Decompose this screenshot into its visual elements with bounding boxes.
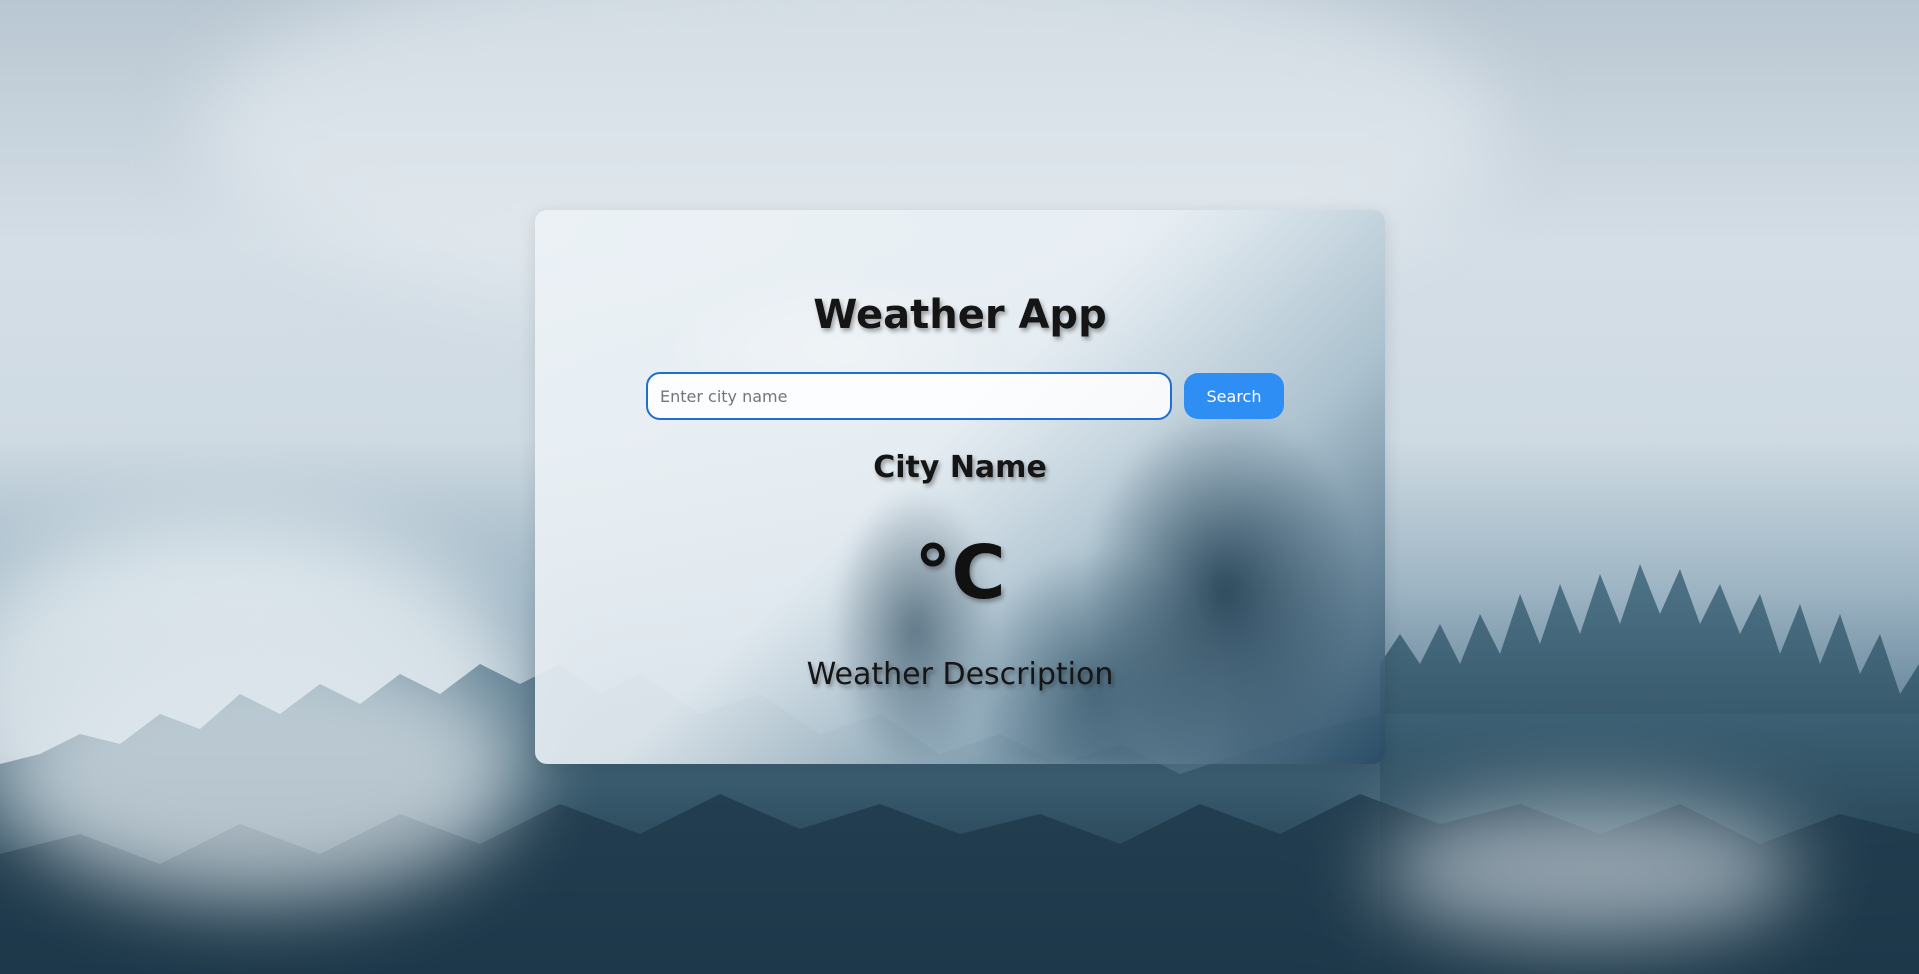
fog-low-right (1380, 800, 1800, 940)
temperature-readout: °C (914, 530, 1006, 616)
fog-low-left (0, 640, 520, 900)
background-scene: Weather App Search City Name °C Weather … (0, 0, 1919, 974)
city-search-input[interactable] (646, 372, 1172, 420)
app-title: Weather App (813, 292, 1107, 338)
search-bar: Search (646, 372, 1284, 420)
city-name: City Name (873, 450, 1047, 485)
weather-description: Weather Description (806, 657, 1114, 692)
weather-card: Weather App Search City Name °C Weather … (535, 210, 1385, 764)
search-button[interactable]: Search (1184, 373, 1284, 419)
